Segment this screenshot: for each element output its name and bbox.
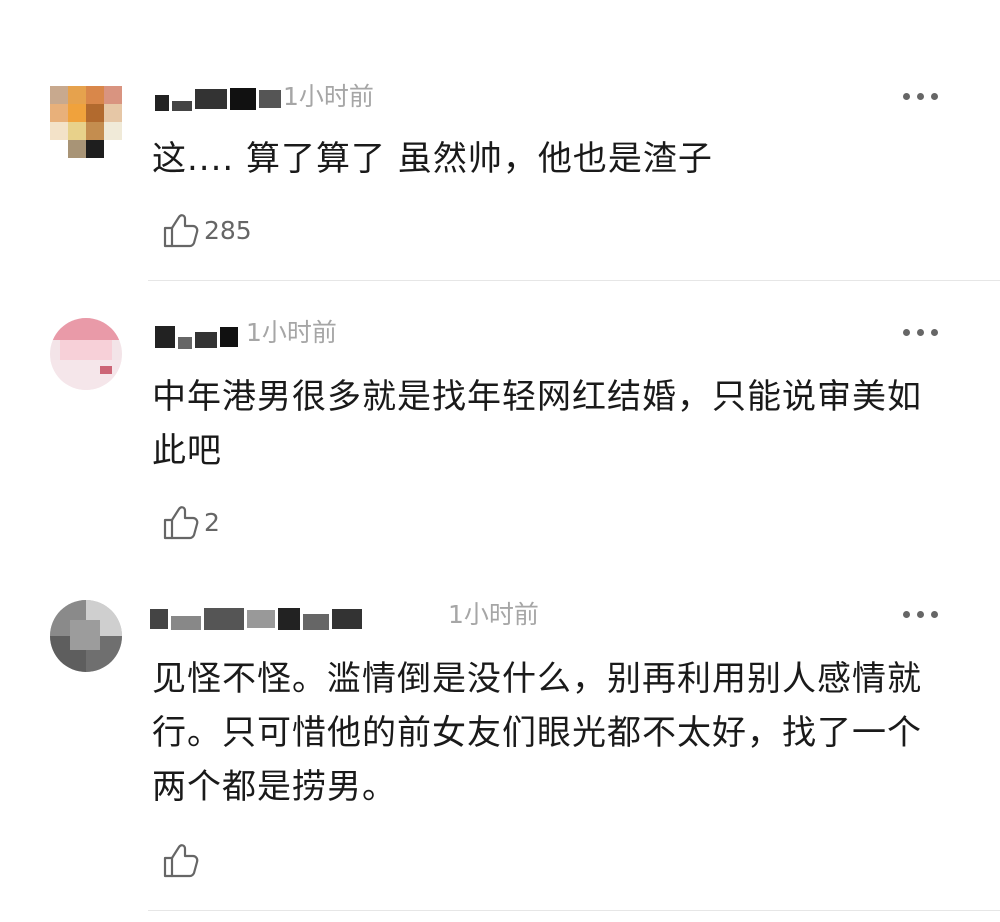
comment-text: 这.... 算了算了 虽然帅，他也是渣子 — [152, 139, 713, 179]
like-button[interactable] — [160, 840, 204, 880]
comment-time: 1小时前 — [448, 600, 539, 629]
username-blurred[interactable] — [155, 322, 238, 352]
like-count: 2 — [204, 507, 220, 537]
like-button[interactable]: 285 — [160, 210, 252, 250]
thumbs-up-icon — [163, 844, 199, 878]
more-options-icon[interactable] — [903, 610, 938, 618]
thumbs-up-icon — [163, 214, 199, 248]
comment-text: 见怪不怪。滥情倒是没什么，别再利用别人感情就行。只可惜他的前女友们眼光都不太好，… — [152, 659, 922, 807]
more-options-icon[interactable] — [903, 328, 938, 336]
more-options-icon[interactable] — [903, 92, 938, 100]
avatar[interactable] — [50, 318, 122, 390]
thumbs-up-icon — [163, 506, 199, 540]
avatar[interactable] — [50, 600, 122, 672]
divider — [148, 280, 1000, 281]
comment-time: 1小时前 — [283, 82, 374, 111]
like-count: 285 — [204, 215, 252, 245]
avatar[interactable] — [50, 86, 122, 158]
username-blurred[interactable] — [150, 604, 362, 634]
username-blurred[interactable] — [155, 84, 281, 114]
divider — [148, 910, 1000, 911]
like-button[interactable]: 2 — [160, 502, 220, 542]
comment-time: 1小时前 — [246, 318, 337, 347]
comment-text: 中年港男很多就是找年轻网红结婚，只能说审美如此吧 — [152, 377, 922, 471]
